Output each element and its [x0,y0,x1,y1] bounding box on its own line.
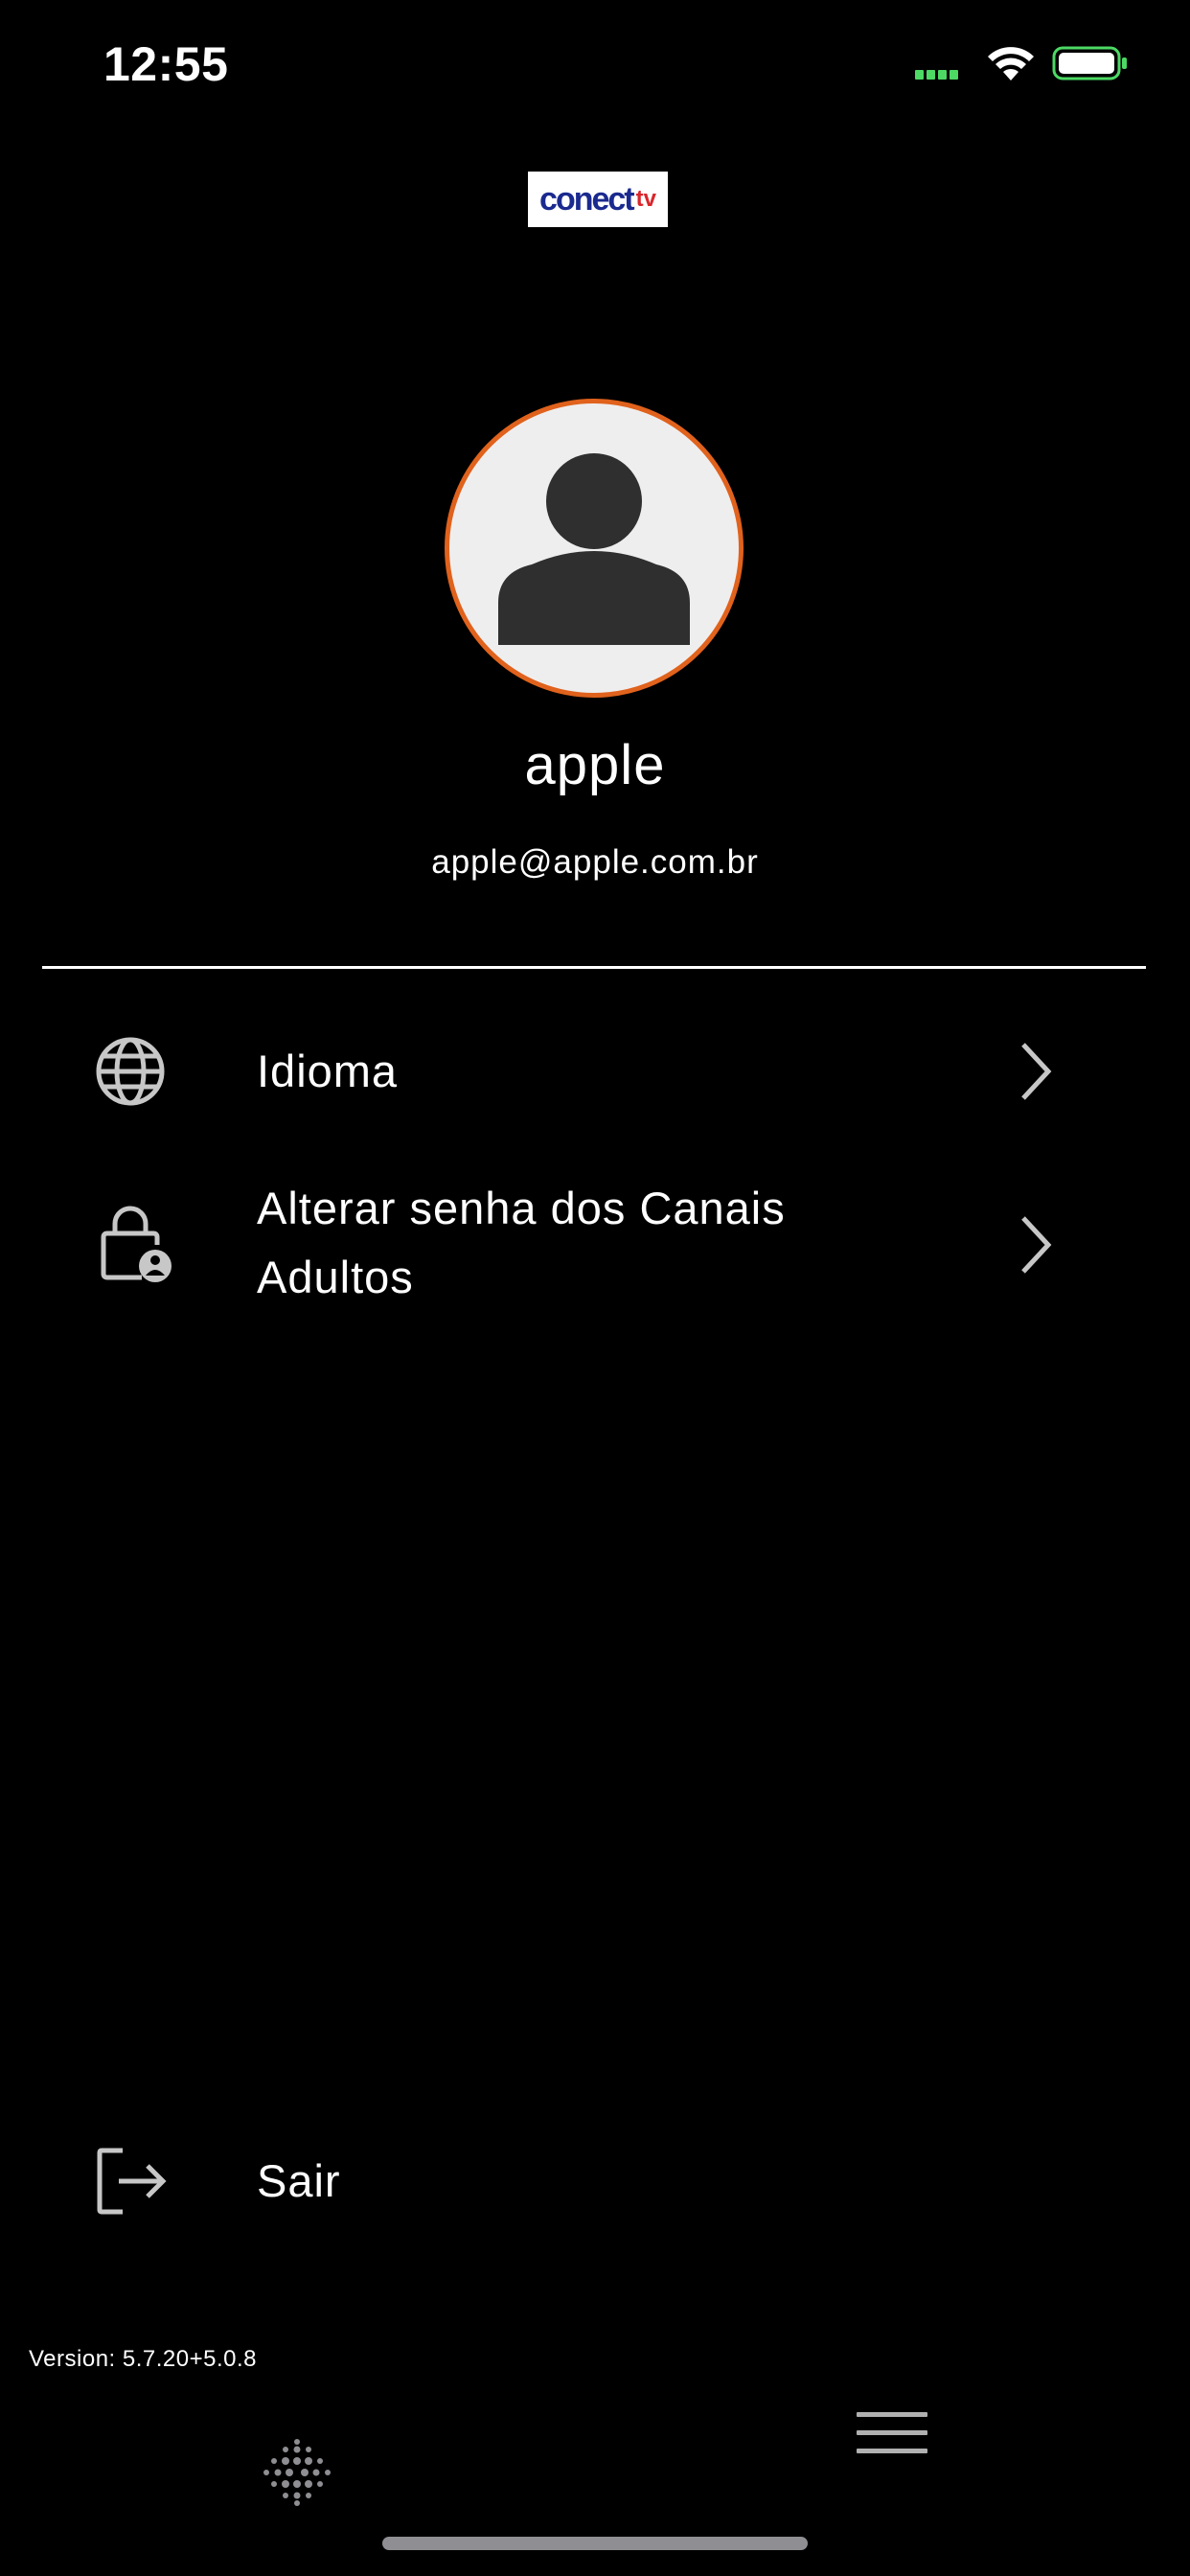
status-time: 12:55 [103,37,229,91]
user-silhouette-icon [498,453,690,645]
menu-item-change-adult-password[interactable]: Alterar senha dos Canais Adultos [0,1174,1190,1318]
user-name: apple [524,734,666,796]
chevron-right-icon [1021,1216,1052,1274]
battery-icon [1052,46,1127,80]
logout-icon [97,2148,167,2215]
tab-home-dots-icon[interactable] [261,2436,333,2509]
user-email: apple@apple.com.br [431,843,759,881]
home-indicator [382,2537,808,2550]
lock-user-icon [101,1206,172,1282]
menu-item-label-change-password: Alterar senha dos Canais Adultos [257,1174,786,1312]
tab-menu-hamburger-icon[interactable] [855,2410,929,2458]
app-logo: conect tv [528,172,668,227]
logout-button[interactable]: Sair [0,2126,1190,2237]
logout-label: Sair [257,2155,341,2206]
menu-item-label-line2: Adultos [257,1252,414,1302]
divider [42,966,1146,969]
menu-item-label-line1: Alterar senha dos Canais [257,1183,786,1233]
cellular-signal-icon [915,67,961,84]
menu-item-language[interactable]: Idioma [0,1016,1190,1131]
version-text: Version: 5.7.20+5.0.8 [29,2346,258,2372]
menu-item-label-language: Idioma [257,1046,399,1096]
logo-text-main: conect [539,180,635,218]
avatar[interactable] [445,399,744,698]
globe-icon [96,1037,165,1106]
logo-text-accent: tv [635,186,656,212]
wifi-icon [988,47,1034,80]
chevron-right-icon [1021,1043,1052,1100]
